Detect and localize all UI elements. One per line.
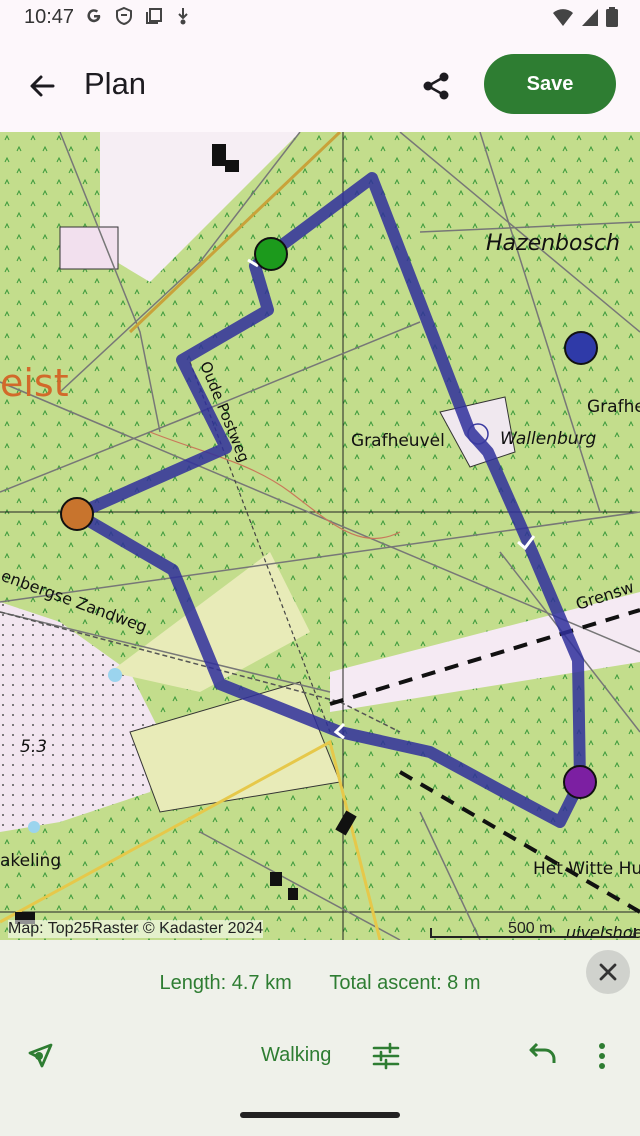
unrouted-waypoint[interactable]: [564, 331, 598, 365]
route-stats: Length: 4.7 km Total ascent: 8 m: [0, 972, 640, 995]
shield-icon: [116, 6, 132, 26]
map-label-zeist: eist: [0, 361, 69, 405]
route-icon: [28, 1043, 53, 1068]
google-icon: [87, 9, 101, 23]
close-button[interactable]: [586, 950, 630, 994]
signal-icon: [582, 9, 598, 26]
close-icon: [599, 963, 617, 981]
share-button[interactable]: [414, 64, 458, 108]
share-icon: [423, 72, 449, 100]
tune-icon: [372, 1042, 400, 1070]
status-time: 10:47: [24, 6, 75, 28]
copy-icon: [146, 8, 162, 24]
map-label-elevation: 5.3: [20, 737, 47, 757]
map-label-kaeling: akeling: [0, 851, 61, 871]
pond: [108, 668, 122, 682]
home-indicator[interactable]: [240, 1112, 400, 1118]
map-label-grafhe: Grafhe: [587, 397, 640, 417]
map-attribution[interactable]: Map: Top25Raster © Kadaster 2024: [8, 920, 264, 938]
pond: [28, 821, 40, 833]
route-bottom-sheet: Length: 4.7 km Total ascent: 8 m Walking: [0, 940, 640, 1136]
undo-button[interactable]: [520, 1034, 564, 1078]
routing-options-button[interactable]: [364, 1034, 408, 1078]
map-label-grafheuvel: Grafheuvel: [351, 431, 445, 451]
battery-icon: [606, 7, 618, 27]
wifi-icon: [553, 9, 573, 26]
undo-icon: [529, 1042, 556, 1063]
arrow-back-icon: [30, 75, 55, 97]
back-button[interactable]: [20, 64, 64, 108]
more-options-button[interactable]: [582, 1034, 622, 1078]
route-toolbar: Walking: [0, 1032, 640, 1080]
status-bar: 10:47: [0, 0, 640, 36]
routing-mode-button[interactable]: [18, 1034, 62, 1078]
save-button[interactable]: Save: [484, 54, 616, 114]
status-system-icons: [552, 7, 618, 27]
start-waypoint[interactable]: [254, 237, 288, 271]
download-icon: [178, 8, 188, 25]
travel-mode-selector[interactable]: Walking: [261, 1044, 331, 1067]
map-label-wallenburg: Wallenburg: [500, 429, 597, 449]
app-bar: Plan Save: [0, 36, 640, 132]
status-notification-icons: [84, 6, 192, 26]
via-waypoint-orange[interactable]: [60, 497, 94, 531]
page-title: Plan: [84, 66, 147, 101]
route-ascent: Total ascent: 8 m: [329, 972, 481, 994]
map-view[interactable]: Hazenbosch Grafheuvel Wallenburg Grafhe …: [0, 132, 640, 940]
route-length: Length: 4.7 km: [159, 972, 292, 994]
map-label-witte-huis: Het Witte Hu: [533, 859, 640, 879]
more-vert-icon: [599, 1043, 605, 1069]
map-label-hazenbosch: Hazenbosch: [486, 231, 620, 256]
via-waypoint-purple[interactable]: [563, 765, 597, 799]
building-block: [59, 226, 119, 270]
scale-label: 500 m: [508, 920, 553, 937]
map-canvas[interactable]: Hazenbosch Grafheuvel Wallenburg Grafhe …: [0, 132, 640, 940]
